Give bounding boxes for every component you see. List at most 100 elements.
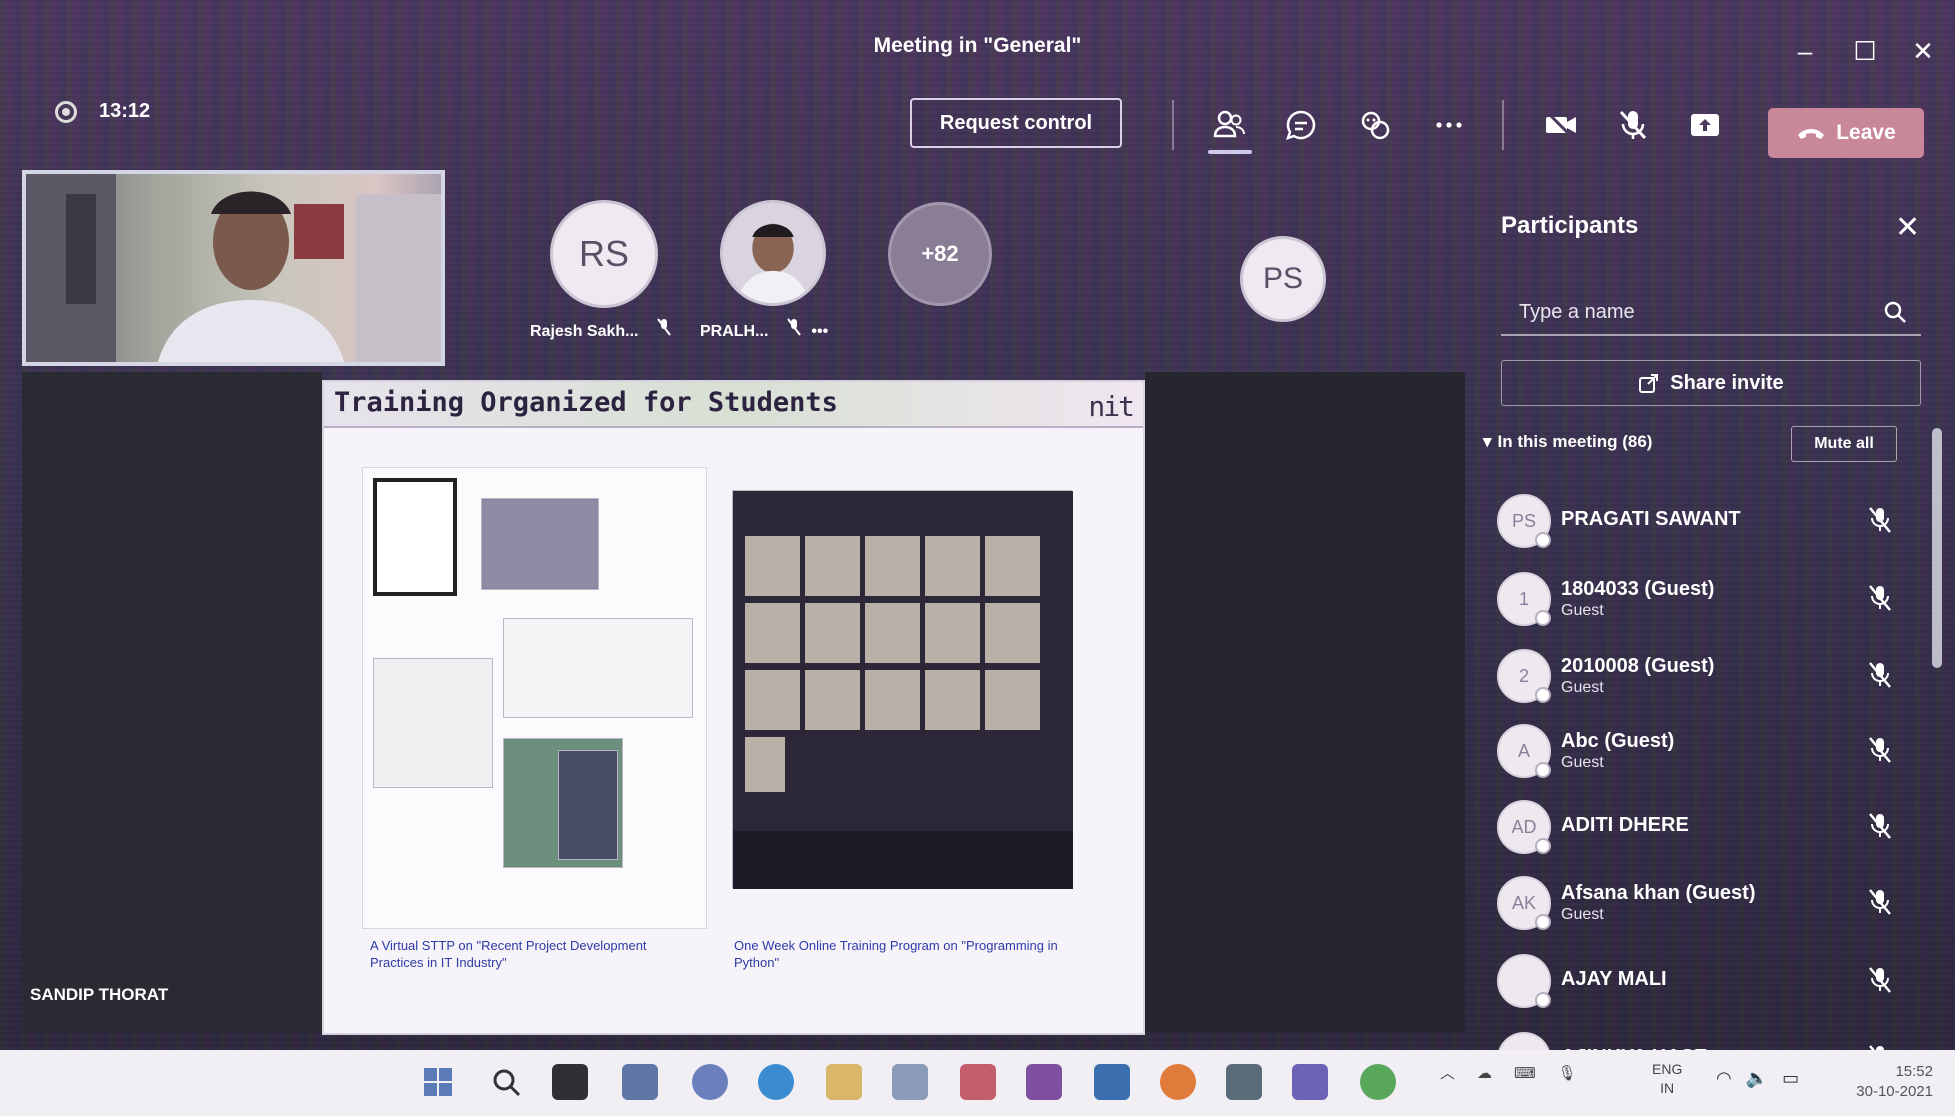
- keyboard-icon[interactable]: ⌨: [1514, 1064, 1536, 1082]
- start-menu-icon[interactable]: [420, 1064, 456, 1100]
- participant-row[interactable]: A Abc (Guest) Guest: [1497, 720, 1917, 782]
- participant-name: Afsana khan (Guest): [1561, 882, 1756, 904]
- participant-photo: [723, 203, 823, 303]
- avatar-initials: RS: [578, 233, 629, 274]
- chat-app-icon[interactable]: [692, 1064, 728, 1100]
- muted-mic-icon: [1869, 662, 1891, 688]
- microphone-icon[interactable]: 🎙: [1558, 1064, 1577, 1082]
- more-options-icon[interactable]: [1428, 104, 1470, 146]
- caption-left: A Virtual STTP on "Recent Project Develo…: [370, 938, 647, 970]
- in-meeting-section-toggle[interactable]: ▾ In this meeting (86): [1483, 432, 1652, 452]
- task-view-icon[interactable]: [552, 1064, 588, 1100]
- system-tray: ︿ ☁ ⌨ 🎙: [1440, 1062, 1577, 1083]
- panel-title: Participants: [1501, 212, 1639, 239]
- share-screen-icon[interactable]: [1684, 104, 1726, 146]
- video-grid-screenshot: [733, 491, 1073, 889]
- reactions-icon[interactable]: [1354, 104, 1396, 146]
- leave-button[interactable]: Leave: [1768, 108, 1924, 158]
- slide-logo: nit: [1088, 390, 1135, 423]
- widgets-icon[interactable]: [622, 1064, 658, 1100]
- muted-mic-icon: [1869, 507, 1891, 533]
- participant-name: ADITI DHERE: [1561, 814, 1689, 836]
- volume-icon[interactable]: 🔈: [1746, 1068, 1768, 1089]
- monitor-app-icon[interactable]: [892, 1064, 928, 1100]
- firefox-icon[interactable]: [1160, 1064, 1196, 1100]
- presence-status-icon: [1535, 687, 1551, 703]
- participants-panel: Participants ✕ Type a name Share invite …: [1465, 190, 1955, 1086]
- more-icon[interactable]: •••: [811, 323, 828, 340]
- shared-slide: Training Organized for Students nit A Vi…: [322, 380, 1145, 1035]
- window-title: Meeting in "General": [873, 34, 1082, 57]
- slide-title: Training Organized for Students: [334, 387, 838, 418]
- active-tab-indicator: [1208, 150, 1252, 154]
- participant-row[interactable]: 1 1804033 (Guest) Guest: [1497, 568, 1917, 630]
- speaker-video-area: [22, 372, 322, 1032]
- mute-all-button[interactable]: Mute all: [1791, 426, 1897, 462]
- video-area-right: [1145, 372, 1465, 1032]
- more-participants-badge[interactable]: +82: [888, 202, 992, 306]
- camera-off-icon[interactable]: [1540, 104, 1582, 146]
- desktop-app-icon[interactable]: [1226, 1064, 1262, 1100]
- search-icon[interactable]: [1883, 300, 1907, 324]
- title-bar: Meeting in "General" – ☐ ✕: [0, 0, 1955, 95]
- meeting-info: 13:12: [55, 100, 150, 123]
- minimize-button[interactable]: –: [1790, 38, 1820, 64]
- speaker-name-label: SANDIP THORAT: [30, 985, 169, 1004]
- vs-icon[interactable]: [1026, 1064, 1062, 1100]
- toolbar-divider-2: [1502, 100, 1504, 150]
- share-invite-button[interactable]: Share invite: [1501, 360, 1921, 406]
- edge-icon[interactable]: [758, 1064, 794, 1100]
- participant-tile-avatar-ps[interactable]: PS: [1240, 236, 1326, 322]
- muted-mic-icon: [787, 318, 805, 340]
- panel-scrollbar[interactable]: [1932, 428, 1942, 668]
- participant-role: Guest: [1561, 602, 1604, 619]
- chat-icon[interactable]: [1280, 104, 1322, 146]
- participant-row[interactable]: 2 2010008 (Guest) Guest: [1497, 645, 1917, 707]
- slide-header: Training Organized for Students nit: [324, 382, 1143, 428]
- wifi-icon[interactable]: ◠: [1716, 1068, 1732, 1089]
- presence-status-icon: [1535, 992, 1551, 1008]
- teams-icon[interactable]: [1292, 1064, 1328, 1100]
- participant-tile-photo[interactable]: [720, 200, 826, 306]
- cloud-icon[interactable]: ☁: [1477, 1064, 1492, 1082]
- participant-name: AJAY MALI: [1561, 968, 1667, 990]
- participant-tile-name: Rajesh Sakh...: [530, 318, 671, 341]
- participant-row[interactable]: PS PRAGATI SAWANT: [1497, 490, 1917, 552]
- meeting-timer: 13:12: [99, 100, 151, 122]
- participant-row[interactable]: AD ADITI DHERE: [1497, 796, 1917, 858]
- word-icon[interactable]: [1094, 1064, 1130, 1100]
- participant-row[interactable]: AJAY MALI: [1497, 950, 1917, 1012]
- participant-name: 2010008 (Guest): [1561, 655, 1715, 677]
- participant-role: Guest: [1561, 679, 1604, 696]
- language-indicator[interactable]: ENG IN: [1652, 1060, 1682, 1098]
- close-window-button[interactable]: ✕: [1908, 38, 1938, 64]
- chevron-up-icon[interactable]: ︿: [1440, 1062, 1455, 1083]
- participant-name: Abc (Guest): [1561, 730, 1675, 752]
- file-explorer-icon[interactable]: [826, 1064, 862, 1100]
- muted-mic-icon: [1869, 737, 1891, 763]
- maximize-button[interactable]: ☐: [1850, 38, 1880, 64]
- certificate-thumbnail: [373, 478, 457, 596]
- mic-off-icon[interactable]: [1612, 104, 1654, 146]
- participant-tile-avatar[interactable]: RS: [550, 200, 658, 308]
- close-panel-icon[interactable]: ✕: [1895, 210, 1920, 245]
- participant-search-input[interactable]: Type a name: [1501, 290, 1921, 336]
- mail-icon[interactable]: [960, 1064, 996, 1100]
- self-video-tile[interactable]: [22, 170, 445, 366]
- camera-feed-image: [26, 174, 441, 362]
- presence-status-icon: [1535, 914, 1551, 930]
- participant-role: Guest: [1561, 906, 1604, 923]
- slide-image-left: [362, 467, 707, 929]
- battery-icon[interactable]: ▭: [1782, 1068, 1799, 1089]
- people-icon[interactable]: [1208, 104, 1250, 146]
- search-placeholder: Type a name: [1519, 300, 1635, 323]
- participant-name: 1804033 (Guest): [1561, 578, 1715, 600]
- chrome-icon[interactable]: [1360, 1064, 1396, 1100]
- participant-row[interactable]: AK Afsana khan (Guest) Guest: [1497, 872, 1917, 934]
- document-thumbnail: [503, 618, 693, 718]
- muted-mic-icon: [1869, 813, 1891, 839]
- muted-mic-icon: [1869, 889, 1891, 915]
- request-control-button[interactable]: Request control: [910, 98, 1122, 148]
- search-taskbar-icon[interactable]: [488, 1064, 524, 1100]
- taskbar-clock[interactable]: 15:52 30-10-2021: [1856, 1062, 1933, 1102]
